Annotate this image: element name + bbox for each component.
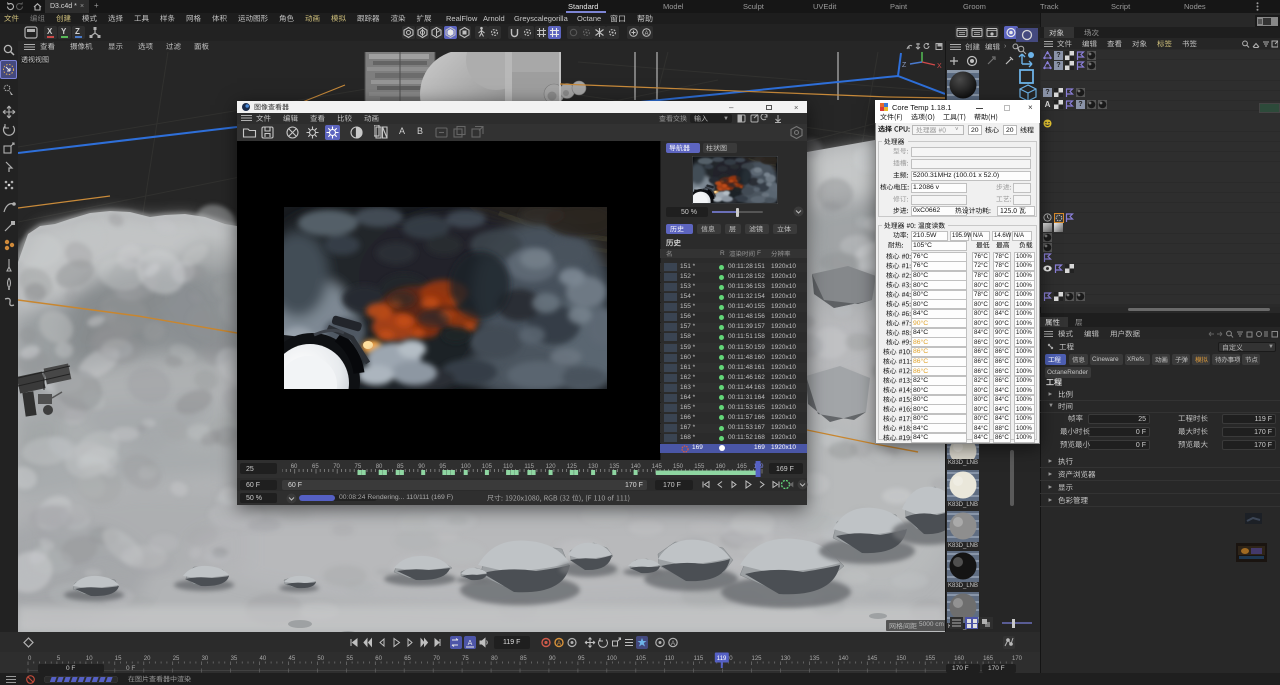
svg-text:105: 105 [636,656,647,662]
svg-text:145: 145 [652,464,663,470]
svg-text:140: 140 [838,656,849,662]
svg-text:160: 160 [954,656,965,662]
svg-text:95: 95 [578,656,585,662]
svg-text:20: 20 [144,656,151,662]
svg-text:140: 140 [631,464,642,470]
svg-text:10: 10 [86,656,93,662]
svg-text:A: A [557,640,562,647]
svg-text:135: 135 [609,464,620,470]
svg-text:60: 60 [375,656,382,662]
svg-text:155: 155 [925,656,936,662]
svg-text:50: 50 [317,656,324,662]
svg-text:A: A [644,31,648,37]
svg-text:135: 135 [809,656,820,662]
svg-text:X: X [937,63,942,70]
svg-text:70: 70 [433,656,440,662]
svg-text:105: 105 [482,464,493,470]
svg-text:45: 45 [289,656,296,662]
svg-text:100: 100 [461,464,472,470]
svg-text:65: 65 [404,656,411,662]
svg-text:150: 150 [896,656,907,662]
svg-text:125: 125 [752,656,763,662]
svg-text:A: A [468,640,473,647]
svg-text:90: 90 [549,656,556,662]
svg-text:130: 130 [588,464,599,470]
svg-text:80: 80 [491,656,498,662]
svg-text:120: 120 [546,464,557,470]
svg-text:150: 150 [673,464,684,470]
svg-text:145: 145 [867,656,878,662]
svg-text:155: 155 [694,464,705,470]
svg-text:40: 40 [260,656,267,662]
svg-text:165: 165 [983,656,994,662]
svg-text:15: 15 [115,656,122,662]
svg-text:165: 165 [737,464,748,470]
svg-text:35: 35 [231,656,238,662]
svg-text:100: 100 [607,656,618,662]
svg-text:125: 125 [567,464,578,470]
svg-text:85: 85 [520,656,527,662]
svg-text:130: 130 [781,656,792,662]
svg-text:115: 115 [694,656,704,662]
svg-text:115: 115 [524,464,534,470]
svg-text:119: 119 [717,656,727,662]
svg-text:170: 170 [1012,656,1023,662]
svg-text:160: 160 [716,464,727,470]
svg-text:110: 110 [665,656,675,662]
svg-text:A: A [671,641,675,647]
svg-text:55: 55 [346,656,353,662]
svg-text:30: 30 [202,656,209,662]
svg-text:75: 75 [462,656,469,662]
svg-text:Z: Z [902,62,907,69]
svg-text:25: 25 [173,656,180,662]
